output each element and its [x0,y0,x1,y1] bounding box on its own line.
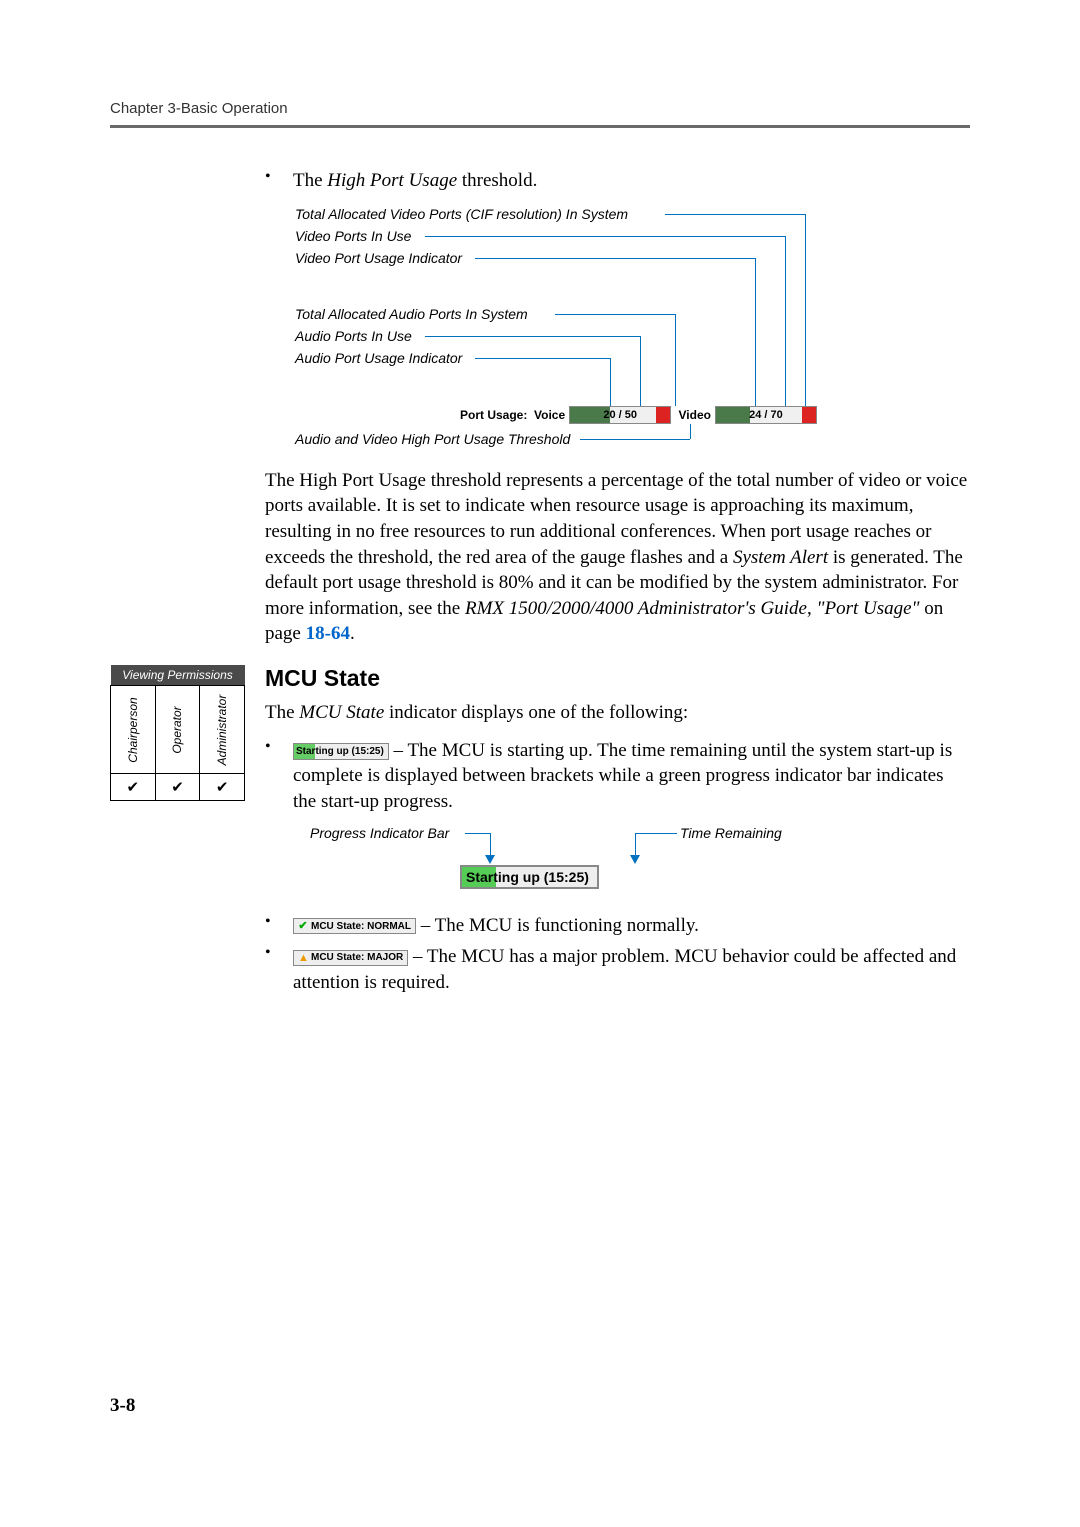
diag-label-audio-total: Total Allocated Audio Ports In System [295,306,528,322]
bullet-text: ✔ MCU State: NORMAL – The MCU is functio… [293,913,699,939]
diag-label-video-indicator: Video Port Usage Indicator [295,250,462,266]
port-usage-diagram: Total Allocated Video Ports (CIF resolut… [295,206,970,456]
permissions-box: Viewing Permissions Chairperson Operator… [110,665,245,801]
voice-gauge: 20 / 50 [569,406,671,424]
diag-label-video-inuse: Video Ports In Use [295,228,411,244]
warning-icon: ▲ [298,951,308,966]
bullet-item: • ▲ MCU State: MAJOR – The MCU has a maj… [265,944,970,995]
perm-check: ✔ [111,774,156,801]
starting-up-badge: Starting up (15:25) [293,743,389,761]
mcu-normal-badge: ✔ MCU State: NORMAL [293,918,416,934]
perm-check: ✔ [155,774,200,801]
port-usage-bar: Port Usage: Voice 20 / 50 Video 24 / 70 [460,406,821,424]
bullet-marker: • [265,168,293,194]
permissions-table: Viewing Permissions Chairperson Operator… [110,665,245,801]
mcu-intro: The MCU State indicator displays one of … [265,700,970,726]
document-page: Chapter 3-Basic Operation • The High Por… [0,0,1080,1527]
bullet-text: ▲ MCU State: MAJOR – The MCU has a major… [293,944,970,995]
pdiag-label-time: Time Remaining [680,825,782,841]
progress-diagram: Progress Indicator Bar Time Remaining St… [310,825,970,895]
perm-col-operator: Operator [155,686,200,774]
diag-label-threshold: Audio and Video High Port Usage Threshol… [295,431,570,447]
bullet-text: Starting up (15:25) – The MCU is startin… [293,738,970,815]
video-label: Video [679,408,711,422]
bullet-marker: • [265,913,293,939]
mcu-major-badge: ▲ MCU State: MAJOR [293,950,408,966]
paragraph-port-usage: The High Port Usage threshold represents… [265,468,970,647]
video-gauge: 24 / 70 [715,406,817,424]
mcu-state-body: MCU State The MCU State indicator displa… [265,665,970,1001]
voice-label: Voice [534,408,565,422]
port-usage-label: Port Usage: [460,408,527,422]
starting-up-badge-large: Starting up (15:25) [460,865,599,889]
perm-check: ✔ [200,774,245,801]
arrow-icon [485,855,495,864]
perm-col-administrator: Administrator [200,686,245,774]
main-content: • The High Port Usage threshold. Total A… [265,168,970,647]
chapter-header: Chapter 3-Basic Operation [110,100,970,117]
diag-label-audio-inuse: Audio Ports In Use [295,328,412,344]
bullet-item: • Starting up (15:25) – The MCU is start… [265,738,970,815]
bullet-item: • The High Port Usage threshold. [265,168,970,194]
page-number: 3-8 [110,1395,135,1417]
header-rule [110,125,970,128]
diag-label-audio-indicator: Audio Port Usage Indicator [295,350,462,366]
bullet-marker: • [265,944,293,995]
page-link[interactable]: 18-64 [306,623,350,644]
mcu-state-heading: MCU State [265,665,970,692]
bullet-marker: • [265,738,293,815]
arrow-icon [630,855,640,864]
perm-col-chairperson: Chairperson [111,686,156,774]
check-icon: ✔ [298,919,308,934]
pdiag-label-bar: Progress Indicator Bar [310,825,449,841]
bullet-item: • ✔ MCU State: NORMAL – The MCU is funct… [265,913,970,939]
perm-header: Viewing Permissions [111,665,245,686]
bullet-text: The High Port Usage threshold. [293,168,537,194]
diag-label-video-total: Total Allocated Video Ports (CIF resolut… [295,206,628,222]
mcu-state-section: Viewing Permissions Chairperson Operator… [110,665,970,1001]
